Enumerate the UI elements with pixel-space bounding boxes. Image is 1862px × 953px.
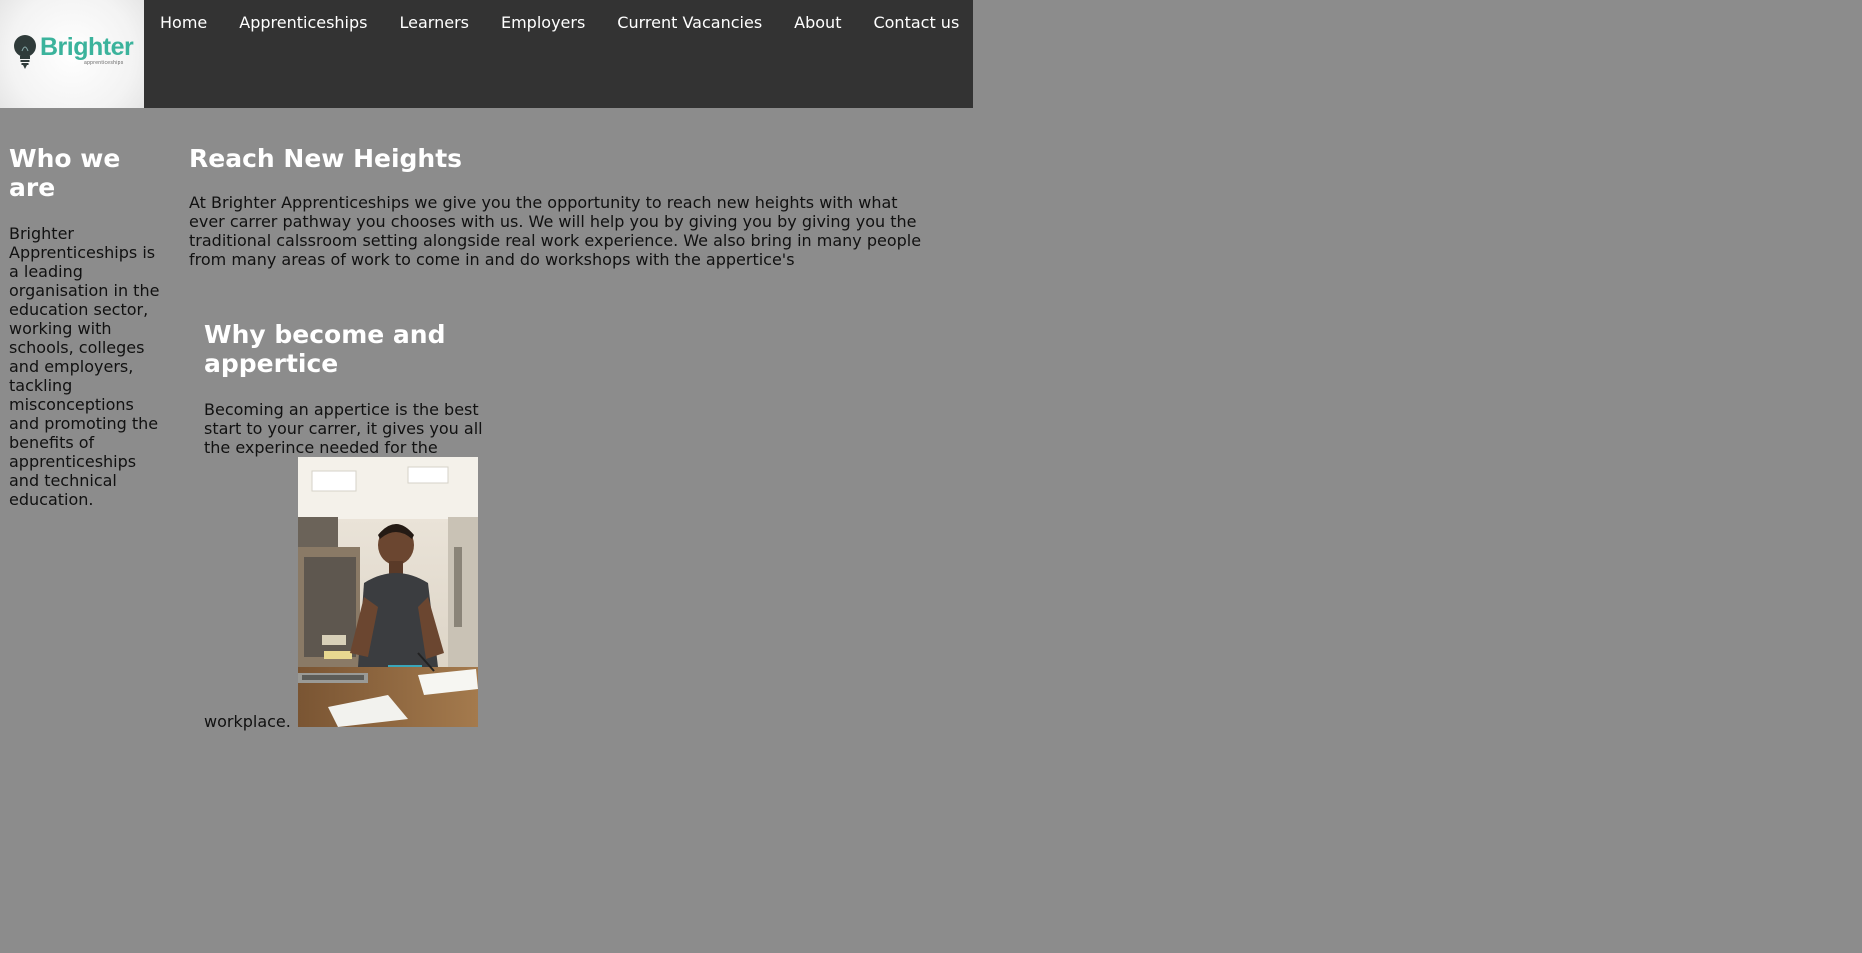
reach-new-heights-section: Reach New Heights At Brighter Apprentice…	[189, 144, 929, 269]
logo-wordmark: Brighter	[40, 33, 134, 61]
lightbulb-icon	[14, 35, 36, 69]
brand-logo[interactable]: Brighter apprenticeships	[0, 0, 144, 108]
apprentice-photo	[297, 457, 478, 727]
reach-new-heights-text: At Brighter Apprenticeships we give you …	[189, 193, 922, 269]
nav-link-current-vacancies[interactable]: Current Vacancies	[601, 0, 778, 46]
nav-link-employers[interactable]: Employers	[485, 0, 601, 46]
main-nav: Home Apprenticeships Learners Employers …	[144, 0, 975, 46]
apprentice-photo-image	[297, 457, 478, 727]
who-we-are-section: Who we are Brighter Apprenticeships is a…	[9, 144, 161, 509]
logo-subtext: apprenticeships	[84, 60, 124, 66]
who-we-are-heading: Who we are	[9, 144, 121, 202]
who-we-are-text: Brighter Apprenticeships is a leading or…	[9, 224, 160, 509]
nav-link-apprenticeships[interactable]: Apprenticeships	[223, 0, 383, 46]
nav-link-contact-us[interactable]: Contact us	[857, 0, 975, 46]
nav-link-learners[interactable]: Learners	[384, 0, 485, 46]
site-header: Brighter apprenticeships Home Apprentice…	[0, 0, 973, 108]
why-become-section: Why become and appertice Becoming an app…	[204, 320, 494, 731]
nav-link-about[interactable]: About	[778, 0, 857, 46]
reach-new-heights-heading: Reach New Heights	[189, 144, 463, 173]
why-become-text: Becoming an appertice is the best start …	[204, 400, 494, 731]
nav-link-home[interactable]: Home	[144, 0, 223, 46]
why-become-heading: Why become and appertice	[204, 320, 446, 378]
